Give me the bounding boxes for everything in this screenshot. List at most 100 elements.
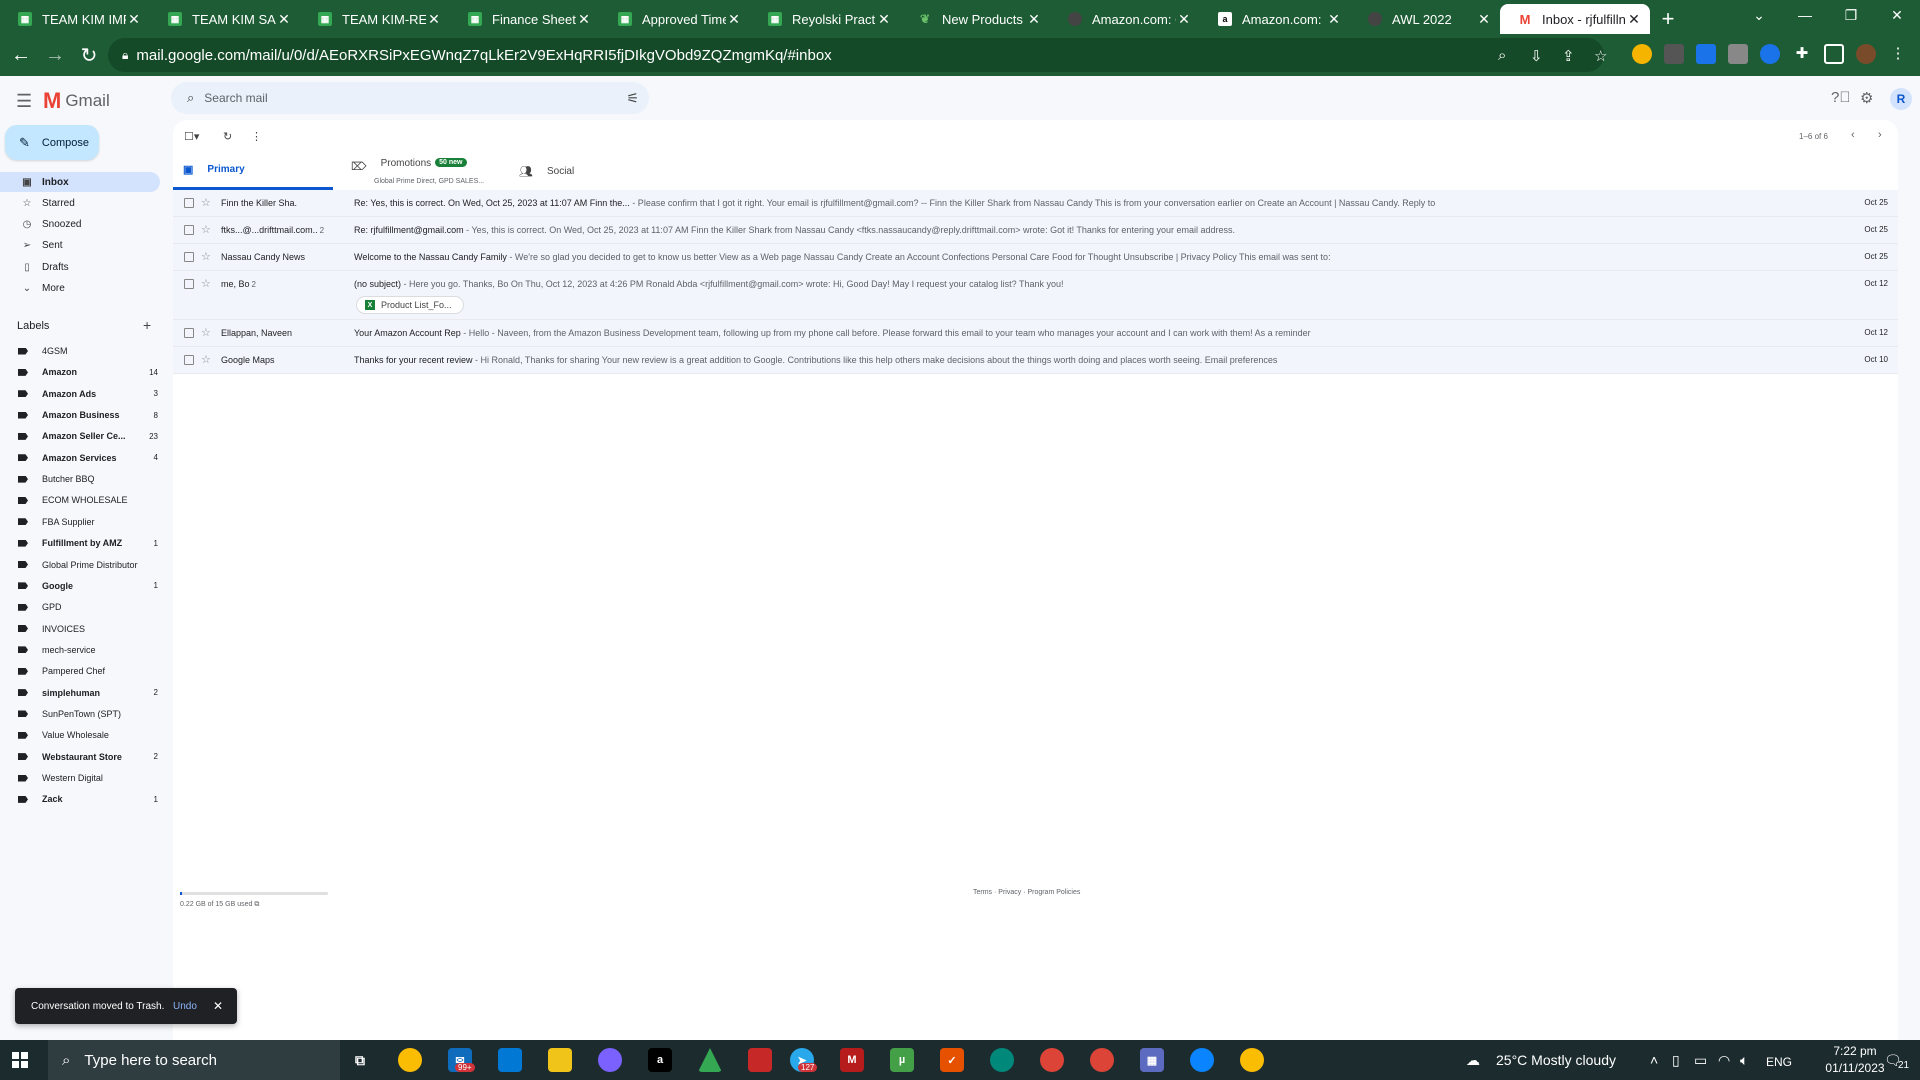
share-icon[interactable]: ⇪	[1562, 47, 1575, 65]
close-tab-icon[interactable]: ✕	[1026, 11, 1042, 28]
wifi-icon[interactable]: ◠	[1718, 1052, 1730, 1069]
label-item[interactable]: Amazon Ads 3	[18, 385, 158, 403]
side-panel-icon[interactable]	[1824, 44, 1844, 64]
sidebar-item-starred[interactable]: ☆ Starred	[0, 193, 160, 213]
sidebar-item-more[interactable]: ⌄ More	[0, 279, 160, 299]
compose-button[interactable]: ✎ Compose	[5, 125, 99, 160]
row-checkbox[interactable]	[184, 328, 194, 338]
profile-avatar[interactable]	[1856, 44, 1876, 64]
weather-icon[interactable]: ☁	[1466, 1052, 1480, 1069]
gmail-logo[interactable]: M Gmail	[43, 88, 110, 114]
minimize-button[interactable]: —	[1782, 0, 1828, 30]
prev-page-icon[interactable]: ‹	[1851, 129, 1855, 141]
browser-tab[interactable]: ▦ Approved Time ✕	[600, 4, 750, 34]
sidebar-item-sent[interactable]: ➢ Sent	[0, 236, 160, 256]
create-label-button[interactable]: +	[143, 317, 151, 333]
close-tab-icon[interactable]: ✕	[1326, 11, 1342, 28]
next-page-icon[interactable]: ›	[1878, 129, 1882, 141]
label-item[interactable]: SunPenTown (SPT)	[18, 705, 158, 723]
browser-tab[interactable]: a Amazon.com: I ✕	[1200, 4, 1350, 34]
close-tab-icon[interactable]: ✕	[126, 11, 142, 28]
label-item[interactable]: Western Digital	[18, 769, 158, 787]
select-all-checkbox[interactable]: ☐▾	[184, 130, 199, 143]
label-item[interactable]: Google 1	[18, 577, 158, 595]
calculator-icon[interactable]: ▦	[1140, 1048, 1164, 1072]
row-checkbox[interactable]	[184, 252, 194, 262]
label-item[interactable]: simplehuman 2	[18, 684, 158, 702]
app-icon-red[interactable]	[748, 1048, 772, 1072]
display-icon[interactable]: ▭	[1694, 1052, 1707, 1069]
browser-tab[interactable]: ▦ TEAM KIM IMPO✕	[0, 4, 150, 34]
taskbar-search-box[interactable]: ⌕	[48, 1040, 340, 1080]
label-item[interactable]: Value Wholesale	[18, 726, 158, 744]
taskbar-search-input[interactable]	[84, 1051, 285, 1069]
email-row[interactable]: ☆ Finn the Killer Sha. Re: Yes, this is co…	[173, 190, 1898, 217]
email-row[interactable]: ☆ Google Maps Thanks for your recent revie…	[173, 347, 1898, 374]
taskbar-clock[interactable]: 7:22 pm 01/11/2023	[1820, 1043, 1890, 1077]
browser-tab[interactable]: ▦ TEAM KIM-REIN✕	[300, 4, 450, 34]
tab-primary[interactable]: ▣ Primary	[173, 152, 333, 190]
external-link-icon[interactable]: ⧉	[254, 901, 259, 908]
extension-5-icon[interactable]	[1760, 44, 1780, 64]
close-tab-icon[interactable]: ✕	[876, 11, 892, 28]
help-icon[interactable]: ?⃝	[1831, 89, 1851, 106]
browser-tab[interactable]: ❦ New Products | ✕	[900, 4, 1050, 34]
extension-1-icon[interactable]	[1632, 44, 1652, 64]
label-item[interactable]: Fulfillment by AMZ 1	[18, 534, 158, 552]
star-icon[interactable]: ☆	[201, 196, 211, 209]
bookmark-star-icon[interactable]: ☆	[1594, 47, 1607, 65]
more-options-icon[interactable]: ⋮	[251, 130, 262, 143]
account-avatar[interactable]: R	[1890, 88, 1912, 110]
close-tab-icon[interactable]: ✕	[1476, 11, 1492, 28]
back-button[interactable]: ←	[4, 38, 38, 72]
show-hidden-icons[interactable]: ˄	[1650, 1052, 1658, 1068]
search-input[interactable]	[204, 91, 605, 105]
row-checkbox[interactable]	[184, 279, 194, 289]
star-icon[interactable]: ☆	[201, 326, 211, 339]
footer-links[interactable]: Terms · Privacy · Program Policies	[973, 889, 1080, 896]
tab-search-icon[interactable]: ⌄	[1736, 0, 1782, 30]
email-row[interactable]: ☆ Ellappan, Naveen Your Amazon Account Rep…	[173, 320, 1898, 347]
search-bar[interactable]: ⌕ ⚟	[171, 82, 649, 114]
language-indicator[interactable]: ENG	[1766, 1055, 1792, 1069]
label-item[interactable]: ECOM WHOLESALE	[18, 491, 158, 509]
label-item[interactable]: Global Prime Distributor	[18, 556, 158, 574]
browser-tab[interactable]: ▦ TEAM KIM SALE✕	[150, 4, 300, 34]
extension-off-icon[interactable]	[1664, 44, 1684, 64]
app-icon-dark-red[interactable]: M	[840, 1048, 864, 1072]
label-item[interactable]: 4GSM	[18, 342, 158, 360]
chrome-app-icon[interactable]	[398, 1048, 422, 1072]
close-tab-icon[interactable]: ✕	[576, 11, 592, 28]
row-checkbox[interactable]	[184, 355, 194, 365]
reload-button[interactable]: ↻	[72, 38, 106, 72]
file-explorer-icon[interactable]	[548, 1048, 572, 1072]
main-menu-icon[interactable]: ☰	[16, 91, 32, 112]
search-icon[interactable]: ⌕	[187, 90, 194, 106]
close-tab-icon[interactable]: ✕	[1176, 11, 1192, 28]
battery-icon[interactable]: ▯	[1672, 1052, 1680, 1069]
label-item[interactable]: Butcher BBQ	[18, 470, 158, 488]
amazon-app-icon[interactable]: a	[648, 1048, 672, 1072]
label-item[interactable]: mech-service	[18, 641, 158, 659]
star-icon[interactable]: ☆	[201, 353, 211, 366]
browser-menu-icon[interactable]: ⋮	[1888, 44, 1908, 64]
extension-4-icon[interactable]	[1728, 44, 1748, 64]
close-tab-icon[interactable]: ✕	[1626, 11, 1642, 28]
weather-text[interactable]: 25°C Mostly cloudy	[1496, 1052, 1616, 1068]
tab-social[interactable]: 👥︎ Social	[519, 152, 639, 190]
restore-button[interactable]: ❐	[1828, 0, 1874, 30]
label-item[interactable]: Amazon Seller Ce... 23	[18, 427, 158, 445]
row-checkbox[interactable]	[184, 198, 194, 208]
refresh-icon[interactable]: ↻	[223, 130, 232, 143]
address-bar[interactable]: 🔒︎ mail.google.com/mail/u/0/d/AEoRXRSiPx…	[108, 38, 1607, 72]
sidebar-item-drafts[interactable]: ▯ Drafts	[0, 257, 160, 277]
store-app-icon[interactable]	[498, 1048, 522, 1072]
label-item[interactable]: INVOICES	[18, 620, 158, 638]
utorrent-icon[interactable]: µ	[890, 1048, 914, 1072]
row-checkbox[interactable]	[184, 225, 194, 235]
search-options-icon[interactable]: ⚟	[626, 90, 639, 107]
close-tab-icon[interactable]: ✕	[426, 11, 442, 28]
email-row[interactable]: ☆ me, Bo 2 (no subject) - Here you go. Than…	[173, 271, 1898, 320]
settings-gear-icon[interactable]: ⚙	[1860, 89, 1873, 107]
install-app-icon[interactable]: ⇩	[1530, 47, 1543, 65]
